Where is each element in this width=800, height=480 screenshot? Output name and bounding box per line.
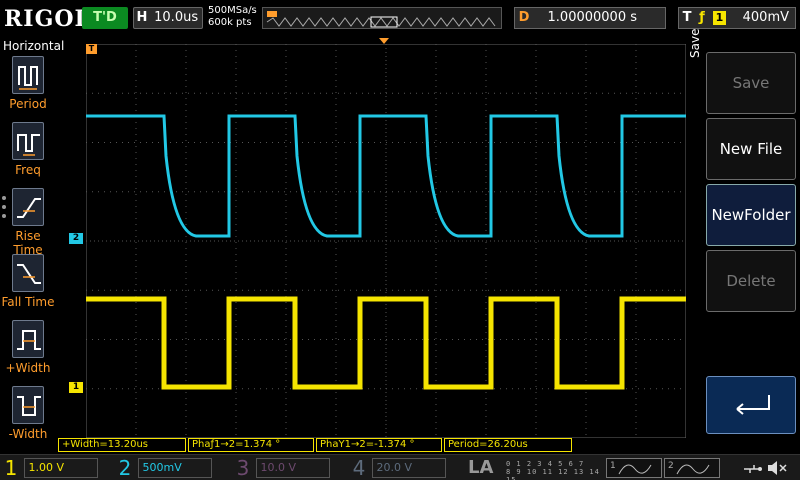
channel-4-number: 4 — [352, 456, 366, 480]
generator-2[interactable]: 2 — [664, 458, 720, 478]
measurement-strip: +Width=13.20us Phaƒ1→2=1.374 ° PhaŸ1→2=-… — [58, 438, 658, 452]
channel-4[interactable]: 4 20.0 V — [350, 457, 446, 479]
frequency-label: Freq — [15, 163, 41, 177]
channel-2[interactable]: 2 500mV — [116, 457, 212, 479]
logic-bits: 0 1 2 3 4 5 6 7 8 9 10 11 12 13 14 15 — [506, 460, 600, 480]
fall-time-label: Fall Time — [1, 295, 55, 309]
horizontal-timebase[interactable]: H 10.0us — [133, 7, 203, 29]
trigger-field[interactable]: T ƒ 1 400mV — [678, 7, 796, 29]
channel-1[interactable]: 1 1.00 V — [2, 457, 98, 479]
measure-frequency[interactable]: Freq — [0, 122, 56, 186]
horizontal-label: H — [136, 10, 148, 25]
negative-width-icon — [12, 386, 44, 424]
generator-1[interactable]: 1 — [606, 458, 662, 478]
graticule — [86, 44, 686, 438]
channel-1-number: 1 — [4, 456, 18, 480]
frequency-icon — [12, 122, 44, 160]
enter-arrow-icon — [736, 395, 770, 415]
delay-value: 1.00000000 s — [547, 10, 637, 25]
waveform-display[interactable] — [86, 44, 686, 438]
channel-1-scale: 1.00 V — [23, 458, 98, 478]
channel-2-number: 2 — [118, 456, 132, 480]
channel-3-number: 3 — [236, 456, 250, 480]
logic-analyzer[interactable]: LA 0 1 2 3 4 5 6 7 8 9 10 11 12 13 14 15 — [466, 457, 602, 480]
usb-icon — [742, 461, 764, 480]
delay-field[interactable]: D 1.00000000 s — [514, 7, 666, 29]
trigger-position-marker[interactable]: T — [86, 44, 97, 54]
speaker-icon[interactable] — [766, 460, 788, 480]
delete-button[interactable]: Delete — [706, 250, 796, 312]
rising-edge-icon: ƒ — [699, 10, 705, 25]
ch1-offset-marker[interactable]: 1 — [69, 382, 83, 393]
new-file-button[interactable]: New File — [706, 118, 796, 180]
logic-analyzer-label: LA — [468, 457, 494, 478]
channel-3[interactable]: 3 10.0 V — [234, 457, 330, 479]
rise-time-label: Rise Time — [13, 229, 43, 257]
channel-2-scale: 500mV — [137, 458, 212, 478]
save-button[interactable]: Save — [706, 52, 796, 114]
channel-3-scale: 10.0 V — [255, 458, 330, 478]
enter-button[interactable] — [706, 376, 796, 434]
fall-time-icon — [12, 254, 44, 292]
measurement-period[interactable]: Period=26.20us — [444, 438, 572, 452]
measurement-positive-width[interactable]: +Width=13.20us — [58, 438, 186, 452]
save-menu-title: Save — [688, 28, 702, 58]
measure-fall-time[interactable]: Fall Time — [0, 254, 56, 318]
memory-waveform-preview — [266, 11, 496, 28]
trigger-source: 1 — [712, 11, 726, 25]
memory-window-marker — [267, 11, 277, 17]
period-icon — [12, 56, 44, 94]
measure-rise-time[interactable]: Rise Time — [0, 188, 56, 257]
positive-width-icon — [12, 320, 44, 358]
measure-menu-title: Horizontal — [3, 39, 65, 53]
measurement-phase-falling[interactable]: PhaŸ1→2=-1.374 ° — [316, 438, 442, 452]
logic-bits-top: 0 1 2 3 4 5 6 7 — [506, 460, 585, 468]
trigger-level: 400mV — [742, 10, 789, 25]
measurement-phase-rising[interactable]: Phaƒ1→2=1.374 ° — [188, 438, 314, 452]
memory-overview-bar[interactable] — [262, 7, 502, 29]
measure-negative-width[interactable]: -Width — [0, 386, 56, 450]
measure-positive-width[interactable]: +Width — [0, 320, 56, 384]
sample-info: 500MSa/s 600k pts — [208, 5, 257, 29]
channel-4-scale: 20.0 V — [371, 458, 446, 478]
run-status-badge[interactable]: T'D — [82, 7, 128, 29]
top-status-bar: RIGOL T'D H 10.0us 500MSa/s 600k pts D 1… — [0, 0, 800, 38]
positive-width-label: +Width — [5, 361, 51, 375]
ch2-offset-marker[interactable]: 2 — [69, 233, 83, 244]
negative-width-label: -Width — [8, 427, 48, 441]
memory-depth: 600k pts — [208, 17, 252, 28]
timebase-value: 10.0us — [154, 10, 199, 25]
period-label: Period — [9, 97, 47, 111]
measure-period[interactable]: Period — [0, 56, 56, 120]
generator-1-number: 1 — [610, 461, 616, 471]
trigger-label: T — [682, 10, 692, 25]
trigger-time-arrow — [379, 38, 389, 44]
measure-menu: Horizontal Period Freq Rise Time Fall Ti… — [0, 38, 65, 441]
brand-logo: RIGOL — [4, 6, 91, 32]
delay-label: D — [518, 10, 530, 25]
channel-bar: 1 1.00 V 2 500mV 3 10.0 V 4 20.0 V LA 0 … — [0, 454, 800, 480]
generator-2-number: 2 — [668, 461, 674, 471]
rise-time-icon — [12, 188, 44, 226]
new-folder-button[interactable]: NewFolder — [706, 184, 796, 246]
logic-bits-bottom: 8 9 10 11 12 13 14 15 — [506, 468, 600, 480]
sample-rate: 500MSa/s — [208, 5, 257, 16]
